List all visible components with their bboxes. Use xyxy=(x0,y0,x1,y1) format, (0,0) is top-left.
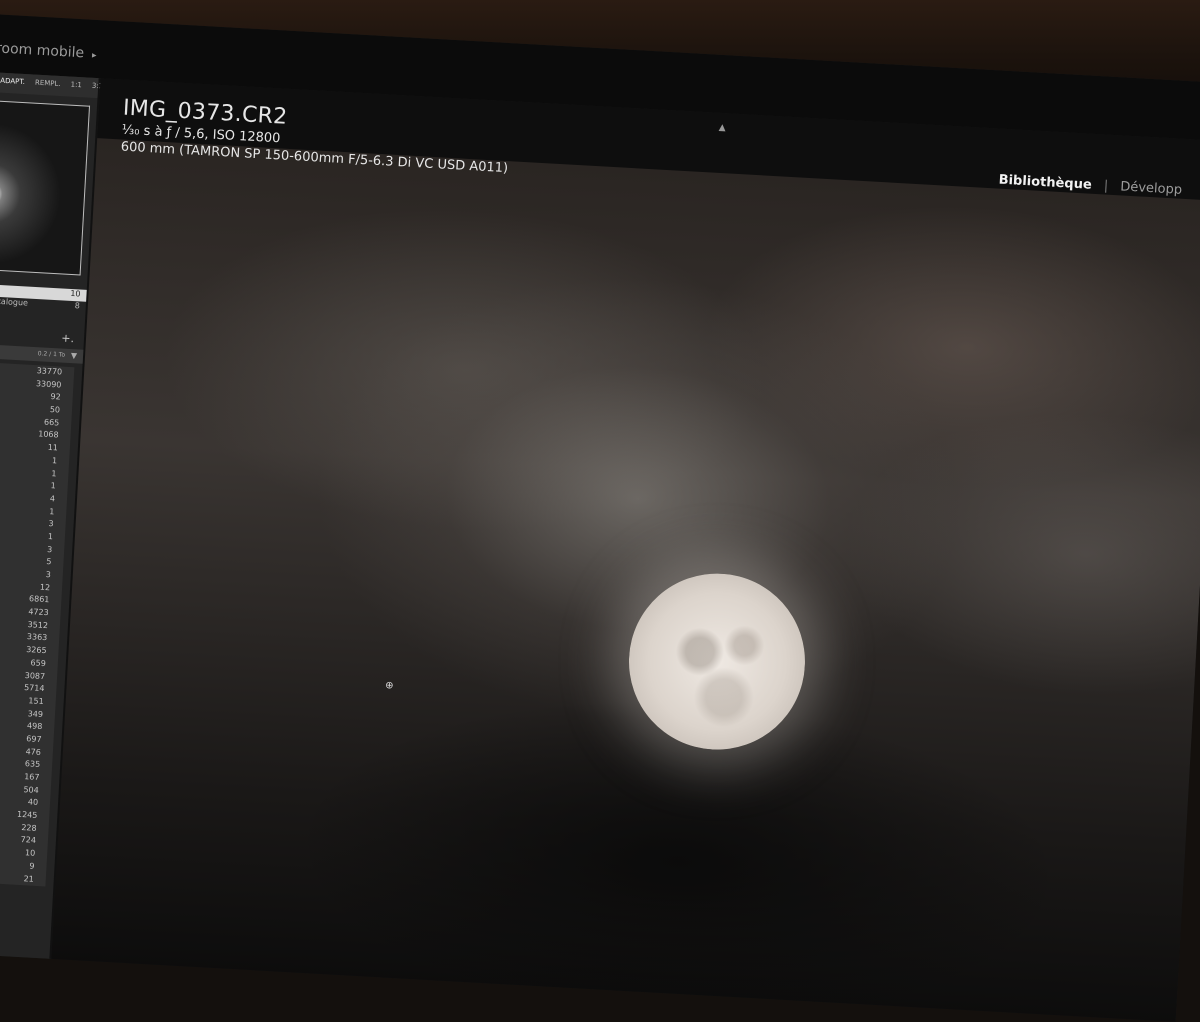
moon-photo[interactable]: ⊕ xyxy=(49,138,1200,1022)
moon xyxy=(624,568,810,755)
navigator-preview[interactable] xyxy=(0,99,91,276)
zoom-fill[interactable]: REMPL. xyxy=(34,79,61,96)
folders-volume-bar[interactable]: 0.2 / 1 To ▼ xyxy=(0,343,84,364)
zoom-adapt[interactable]: ADAPT. xyxy=(0,77,25,94)
catalog-row-count: 8 xyxy=(74,301,81,311)
catalog-list: 10 ue catalogue 8 xyxy=(0,283,87,314)
image-view: ▲ ⊕ IMG_0373.CR2 ¹⁄₃₀ s à ƒ / 5,6, ISO 1… xyxy=(49,78,1200,1022)
cursor-icon: ⊕ xyxy=(384,680,394,692)
app-title: room mobile xyxy=(0,40,85,62)
add-collection-button[interactable]: +. xyxy=(61,331,74,345)
volume-triangle-icon[interactable]: ▼ xyxy=(71,351,78,360)
zoom-1-1[interactable]: 1:1 xyxy=(70,81,82,98)
expand-triangle-icon[interactable]: ▸ xyxy=(92,51,97,61)
lightroom-window: room mobile ▸ Bibliothèque | Développ ADA… xyxy=(0,14,1200,1022)
identity-plate[interactable]: room mobile ▸ xyxy=(0,40,97,62)
collections-header: +. xyxy=(0,327,84,345)
show-top-panel-icon[interactable]: ▲ xyxy=(719,123,726,133)
catalog-row-count: 10 xyxy=(70,288,81,299)
catalog-row-label: ue catalogue xyxy=(0,296,29,308)
module-separator: | xyxy=(1103,178,1109,194)
volume-label: 0.2 / 1 To xyxy=(37,350,66,359)
